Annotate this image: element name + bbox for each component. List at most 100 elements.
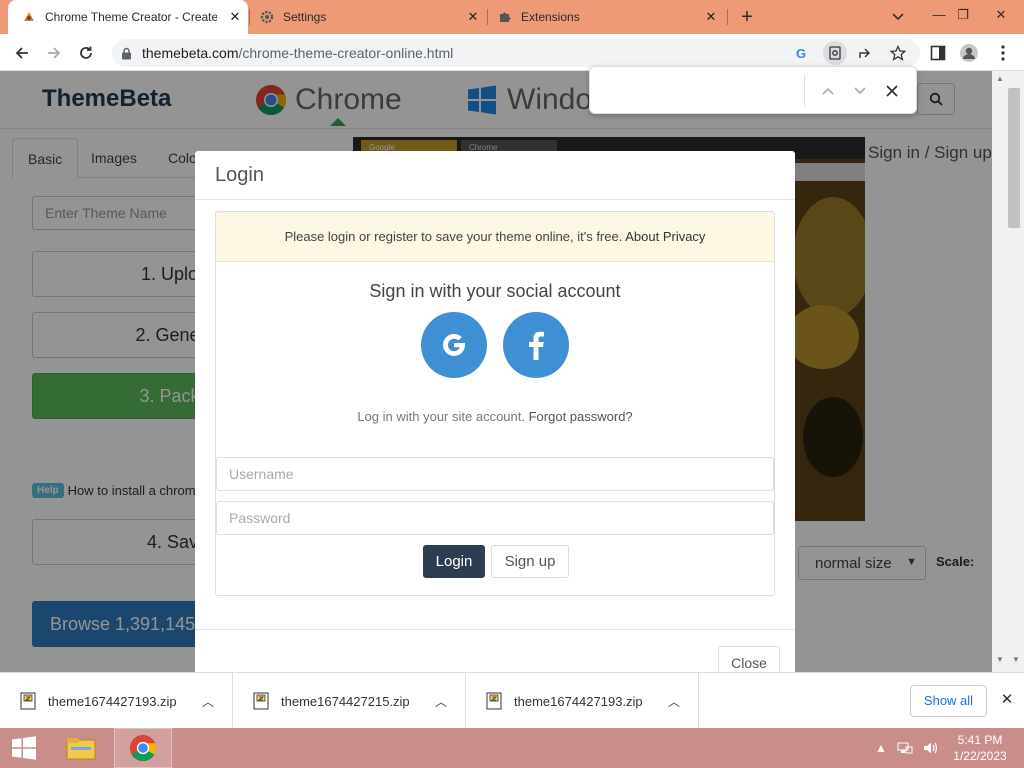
find-in-page-bar xyxy=(589,66,917,114)
tab-separator xyxy=(487,9,488,25)
find-next-button[interactable] xyxy=(850,81,870,101)
show-all-downloads-button[interactable]: Show all xyxy=(910,685,987,717)
browser-tab-strip: Chrome Theme Creator - Create ✕ Settings… xyxy=(0,0,1024,34)
windows-taskbar: ▲ 5:41 PM 1/22/2023 xyxy=(0,728,1024,768)
tab-settings[interactable]: Settings ✕ xyxy=(252,0,486,34)
scroll-down-arrow-icon[interactable]: ▼ xyxy=(1009,655,1023,665)
scroll-up-arrow-icon[interactable]: ▲ xyxy=(993,74,1007,84)
side-panel-icon[interactable] xyxy=(926,41,950,65)
tab-separator xyxy=(727,9,728,25)
find-previous-button[interactable] xyxy=(818,81,838,101)
find-separator xyxy=(804,75,805,107)
taskbar-clock[interactable]: 5:41 PM 1/22/2023 xyxy=(950,732,1010,764)
new-tab-button[interactable]: + xyxy=(737,7,757,27)
network-icon[interactable] xyxy=(897,741,913,755)
close-download-shelf-icon[interactable]: ✕ xyxy=(997,690,1017,710)
download-item[interactable]: theme1674427193.zip ︿ xyxy=(466,673,699,729)
forward-button[interactable] xyxy=(42,41,66,65)
back-button[interactable] xyxy=(10,41,34,65)
download-shelf: theme1674427193.zip ︿ theme1674427215.zi… xyxy=(0,672,1024,729)
tab-separator xyxy=(249,9,250,25)
gear-icon xyxy=(260,10,274,24)
restore-button[interactable]: ❐ xyxy=(946,0,980,30)
close-icon xyxy=(886,85,898,97)
address-bar[interactable]: themebeta.com/chrome-theme-creator-onlin… xyxy=(112,39,920,67)
close-tab-icon[interactable]: ✕ xyxy=(466,10,480,24)
forgot-password-link[interactable]: Forgot password? xyxy=(529,409,633,424)
close-tab-icon[interactable]: ✕ xyxy=(228,10,242,24)
modal-header: Login xyxy=(195,151,795,200)
chevron-up-icon[interactable]: ︿ xyxy=(198,693,218,710)
themebeta-favicon-icon xyxy=(22,10,36,24)
profile-avatar-icon[interactable] xyxy=(957,41,981,65)
kebab-menu-icon[interactable] xyxy=(991,41,1015,65)
close-modal-button[interactable]: Close xyxy=(718,646,780,672)
modal-footer: Close xyxy=(195,629,795,672)
notice-text: Please login or register to save your th… xyxy=(284,229,623,244)
google-signin-button[interactable] xyxy=(421,312,487,378)
web-page: ThemeBeta Chrome Windo Sign in / Sign up… xyxy=(0,71,992,672)
bookmark-star-icon[interactable] xyxy=(888,43,908,63)
modal-body: Please login or register to save your th… xyxy=(215,211,775,596)
tab-search-chevron-icon[interactable] xyxy=(890,10,906,24)
chevron-up-icon[interactable]: ︿ xyxy=(431,693,451,710)
puzzle-icon xyxy=(498,10,512,24)
find-input[interactable] xyxy=(598,75,798,107)
find-close-button[interactable] xyxy=(882,81,902,101)
svg-text:G: G xyxy=(796,46,806,60)
lock-icon[interactable] xyxy=(121,47,132,65)
modal-title: Login xyxy=(215,164,264,186)
tab-title: Extensions xyxy=(521,10,580,24)
clock-time: 5:41 PM xyxy=(957,733,1003,747)
tab-title: Settings xyxy=(283,10,327,24)
signup-button[interactable]: Sign up xyxy=(491,545,569,578)
zip-file-icon xyxy=(253,692,269,710)
scrollbar-thumb[interactable] xyxy=(1008,88,1020,228)
window-close-button[interactable]: ✕ xyxy=(984,0,1018,30)
start-button[interactable] xyxy=(0,728,48,768)
url-domain: themebeta.com xyxy=(142,45,239,61)
tab-chrome-theme-creator[interactable]: Chrome Theme Creator - Create ✕ xyxy=(8,0,248,34)
share-icon[interactable] xyxy=(856,43,876,63)
arrow-left-icon xyxy=(15,47,28,59)
facebook-signin-button[interactable] xyxy=(503,312,569,378)
login-notice: Please login or register to save your th… xyxy=(216,212,774,262)
download-item[interactable]: theme1674427193.zip ︿ xyxy=(0,673,233,729)
find-in-page-icon[interactable] xyxy=(823,41,847,65)
download-filename: theme1674427193.zip xyxy=(48,693,177,709)
site-account-text: Log in with your site account. xyxy=(357,409,525,424)
zip-file-icon xyxy=(20,692,36,710)
chrome-taskbar-icon[interactable] xyxy=(114,728,172,768)
social-heading: Sign in with your social account xyxy=(369,281,621,301)
arrow-right-icon xyxy=(48,47,61,59)
download-filename: theme1674427193.zip xyxy=(514,693,643,709)
google-lens-icon[interactable]: G xyxy=(792,43,812,63)
site-account-row: Log in with your site account. Forgot pa… xyxy=(216,409,774,424)
reload-button[interactable] xyxy=(74,41,98,65)
tray-expand-icon[interactable]: ▲ xyxy=(875,741,887,755)
scroll-down-arrow-icon[interactable]: ▼ xyxy=(993,655,1007,665)
download-item[interactable]: theme1674427215.zip ︿ xyxy=(233,673,466,729)
facebook-f-icon xyxy=(529,331,544,360)
system-tray: ▲ xyxy=(875,728,939,768)
login-button[interactable]: Login xyxy=(423,545,485,578)
url-text: themebeta.com/chrome-theme-creator-onlin… xyxy=(142,45,453,61)
download-filename: theme1674427215.zip xyxy=(281,693,410,709)
about-privacy-link[interactable]: About Privacy xyxy=(625,229,705,244)
close-tab-icon[interactable]: ✕ xyxy=(704,10,718,24)
tab-extensions[interactable]: Extensions ✕ xyxy=(490,0,724,34)
chevron-up-icon xyxy=(822,87,834,95)
file-explorer-taskbar-icon[interactable] xyxy=(55,728,107,768)
password-field[interactable]: Password xyxy=(216,501,774,535)
clock-date: 1/22/2023 xyxy=(953,749,1007,763)
windows-logo-icon xyxy=(12,736,36,760)
google-g-icon xyxy=(443,333,465,356)
login-modal: Login Please login or register to save y… xyxy=(195,151,795,672)
url-path: /chrome-theme-creator-online.html xyxy=(238,45,454,61)
tab-title: Chrome Theme Creator - Create xyxy=(45,10,217,24)
chevron-up-icon[interactable]: ︿ xyxy=(664,693,684,710)
volume-icon[interactable] xyxy=(923,741,939,755)
chevron-down-icon xyxy=(854,87,866,95)
reload-icon xyxy=(80,46,92,59)
username-field[interactable]: Username xyxy=(216,457,774,491)
